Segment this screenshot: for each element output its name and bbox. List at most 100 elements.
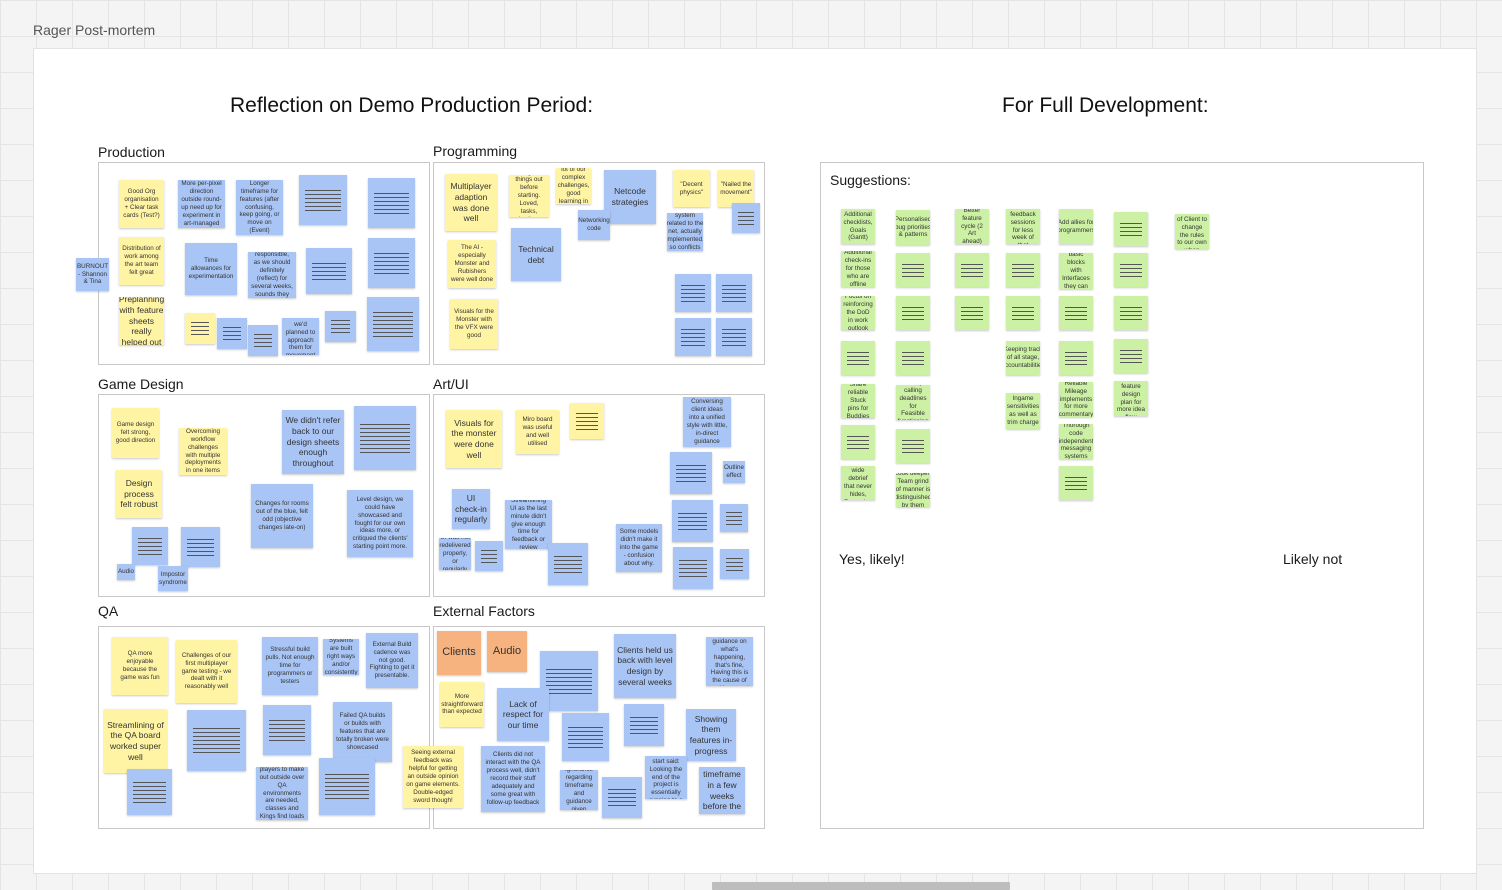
sticky-note[interactable]: Level design, we could have showcased an… — [347, 490, 413, 557]
sticky-note[interactable]: Challenges of our first multiplayer game… — [176, 640, 237, 703]
sticky-note[interactable]: Look deeper: Team grind of manner is dis… — [896, 473, 930, 507]
sticky-note[interactable]: Streamlining of the QA board worked supe… — [104, 709, 167, 773]
sticky-note-scribbled[interactable] — [1059, 466, 1093, 500]
sticky-note[interactable]: Clients did not interact with the QA pro… — [481, 746, 545, 812]
sticky-note[interactable]: Time allowances for experimentation — [185, 243, 237, 295]
sticky-note[interactable]: More straightforward than expected — [440, 682, 484, 727]
sticky-note[interactable]: Streamlining UI as the last minute didn'… — [505, 500, 552, 549]
sticky-note[interactable]: Netcode strategies — [604, 170, 656, 224]
sticky-note-scribbled[interactable] — [325, 311, 356, 342]
sticky-note-scribbled[interactable] — [187, 710, 246, 771]
sticky-note-scribbled[interactable] — [602, 777, 642, 818]
sticky-note[interactable]: Client feedback sessions for less week o… — [1006, 209, 1040, 244]
sticky-note-scribbled[interactable] — [1114, 253, 1148, 287]
sticky-note[interactable]: Preplanning with feature sheets really h… — [119, 297, 164, 345]
sticky-note-scribbled[interactable] — [1114, 339, 1148, 373]
sticky-note[interactable]: Personalised bug priorities & patterns — [896, 210, 930, 245]
sticky-note[interactable]: Physics system related to the net, actua… — [667, 213, 703, 251]
sticky-note-scribbled[interactable] — [354, 406, 416, 470]
sticky-note[interactable]: Share reliable Stuck pins for Buddies — [841, 384, 875, 418]
sticky-note-scribbled[interactable] — [896, 253, 930, 287]
sticky-note-scribbled[interactable] — [368, 178, 415, 228]
sticky-note[interactable]: Distribution of work among the art team … — [119, 237, 164, 285]
sticky-note[interactable]: Lack of respect for our time — [497, 688, 549, 741]
sticky-note-scribbled[interactable] — [1006, 296, 1040, 330]
sticky-note[interactable]: Limitations of Client to change the rule… — [1175, 214, 1209, 249]
sticky-note[interactable]: Changes for rooms out of the blue, felt … — [251, 484, 313, 548]
sticky-note[interactable]: Clients held us back with level design b… — [614, 634, 676, 698]
sticky-note[interactable]: Longer timeframe for features (after con… — [236, 180, 283, 235]
sticky-note-scribbled[interactable] — [1059, 296, 1093, 330]
sticky-note[interactable]: Conversing client ideas into a unified s… — [683, 397, 731, 447]
sticky-note[interactable]: Took a while trying to figure things out… — [509, 175, 549, 217]
sticky-note-scribbled[interactable] — [299, 175, 347, 225]
sticky-note[interactable]: BURNOUT - Shannon & Tina — [76, 258, 109, 291]
sticky-note[interactable]: Additional checklists, Goals (Gantt) — [841, 209, 875, 244]
sticky-note-scribbled[interactable] — [675, 274, 711, 312]
sticky-note[interactable]: Seeing external feedback was helpful for… — [403, 746, 463, 808]
sticky-note[interactable]: Team-wide debrief that never hides, Forc… — [841, 466, 875, 500]
sticky-note-scribbled[interactable] — [720, 549, 749, 579]
sticky-note[interactable]: The AI - especially Monster and Rubisher… — [448, 240, 496, 288]
sticky-note-scribbled[interactable] — [716, 318, 752, 356]
sticky-note-scribbled[interactable] — [368, 238, 415, 288]
sticky-note-scribbled[interactable] — [955, 296, 989, 330]
sticky-note[interactable]: Good Org organisation + Clear task cards… — [119, 180, 164, 228]
sticky-note-scribbled[interactable] — [1114, 212, 1148, 246]
sticky-note[interactable]: Impostor syndrome — [158, 566, 188, 591]
sticky-note-scribbled[interactable] — [673, 547, 713, 589]
sticky-note[interactable]: Ignorance regarding timeframe and guidan… — [560, 770, 598, 810]
sticky-note[interactable]: Thorough code independent messaging syst… — [1059, 424, 1093, 459]
sticky-note-scribbled[interactable] — [955, 253, 989, 287]
sticky-note-scribbled[interactable] — [1059, 341, 1093, 375]
sticky-note[interactable]: Multiplayer adaption was done well — [445, 174, 497, 231]
horizontal-scrollbar[interactable] — [712, 882, 1010, 890]
sticky-note-scribbled[interactable] — [1114, 296, 1148, 330]
sticky-note[interactable]: Reliable Mileage implements for more com… — [1059, 382, 1093, 417]
sticky-note[interactable]: Keeping track of all stage, accountabili… — [1006, 341, 1040, 375]
sticky-note[interactable]: Focus on reinforcing the DoD in work out… — [841, 296, 875, 330]
sticky-note[interactable]: Stressful build pulls. Not enough time f… — [262, 637, 318, 695]
sticky-note[interactable]: Nested feature design plan for more idea… — [1114, 381, 1148, 416]
sticky-note[interactable]: Miro board was useful and well utilised — [516, 410, 559, 454]
sticky-note[interactable]: Design process felt robust — [116, 470, 162, 518]
sticky-note-scribbled[interactable] — [127, 769, 172, 815]
sticky-note[interactable]: Outline effect — [723, 461, 745, 483]
sticky-note-scribbled[interactable] — [570, 403, 604, 439]
sticky-note-scribbled[interactable] — [562, 713, 609, 761]
sticky-note-tag[interactable]: Audio — [487, 631, 527, 672]
sticky-note[interactable]: Technical debt — [511, 228, 561, 281]
sticky-note[interactable]: Showing them features in-progress — [686, 709, 736, 761]
sticky-note[interactable]: Solved a lot of our complex challenges, … — [556, 168, 591, 204]
sticky-note[interactable]: External Build cadence was not good. Fig… — [366, 633, 418, 688]
sticky-note[interactable]: Lost trouble the players to make out out… — [256, 767, 308, 820]
sticky-note-scribbled[interactable] — [720, 504, 748, 532]
sticky-note[interactable]: We didn't refer back to our design sheet… — [282, 410, 344, 474]
sticky-note[interactable]: Add allies for programmers — [1059, 209, 1093, 244]
sticky-note-scribbled[interactable] — [675, 318, 711, 356]
sticky-note-scribbled[interactable] — [896, 429, 930, 463]
sticky-note[interactable]: More per-pixel direction outside round-u… — [178, 180, 225, 228]
sticky-note-scribbled[interactable] — [181, 527, 220, 567]
sticky-note-scribbled[interactable] — [1006, 253, 1040, 287]
sticky-note-scribbled[interactable] — [475, 541, 503, 571]
sticky-note-scribbled[interactable] — [319, 758, 375, 815]
sticky-note[interactable]: Additional check-ins for those who are o… — [841, 251, 875, 287]
sticky-note[interactable]: Had sidebar plugins use responsible, as … — [248, 252, 296, 298]
sticky-note-scribbled[interactable] — [670, 452, 712, 494]
sticky-note[interactable]: QA more enjoyable because the game was f… — [112, 637, 168, 695]
sticky-note[interactable]: Failed QA builds or builds with features… — [333, 702, 392, 762]
sticky-note-scribbled[interactable] — [624, 704, 664, 746]
sticky-note-scribbled[interactable] — [896, 296, 930, 330]
sticky-note[interactable]: Ingame sensitivities as well as trim cha… — [1006, 393, 1040, 429]
sticky-note-scribbled[interactable] — [732, 203, 760, 233]
sticky-note-scribbled[interactable] — [841, 425, 875, 459]
sticky-note[interactable]: Audio — [117, 564, 135, 580]
sticky-note[interactable]: Visuals for the monster were done well — [446, 410, 502, 468]
sticky-note[interactable]: Visuals for the Monster with the VFX wer… — [450, 299, 498, 349]
sticky-note[interactable]: Lack of timeframe in a few weeks before … — [699, 767, 745, 814]
sticky-note[interactable]: Game design felt strong, good direction — [112, 408, 159, 458]
sticky-note-scribbled[interactable] — [217, 318, 247, 349]
sticky-note[interactable]: Couldn't look like we'd planned to appro… — [282, 318, 319, 355]
sticky-note-scribbled[interactable] — [185, 313, 215, 344]
